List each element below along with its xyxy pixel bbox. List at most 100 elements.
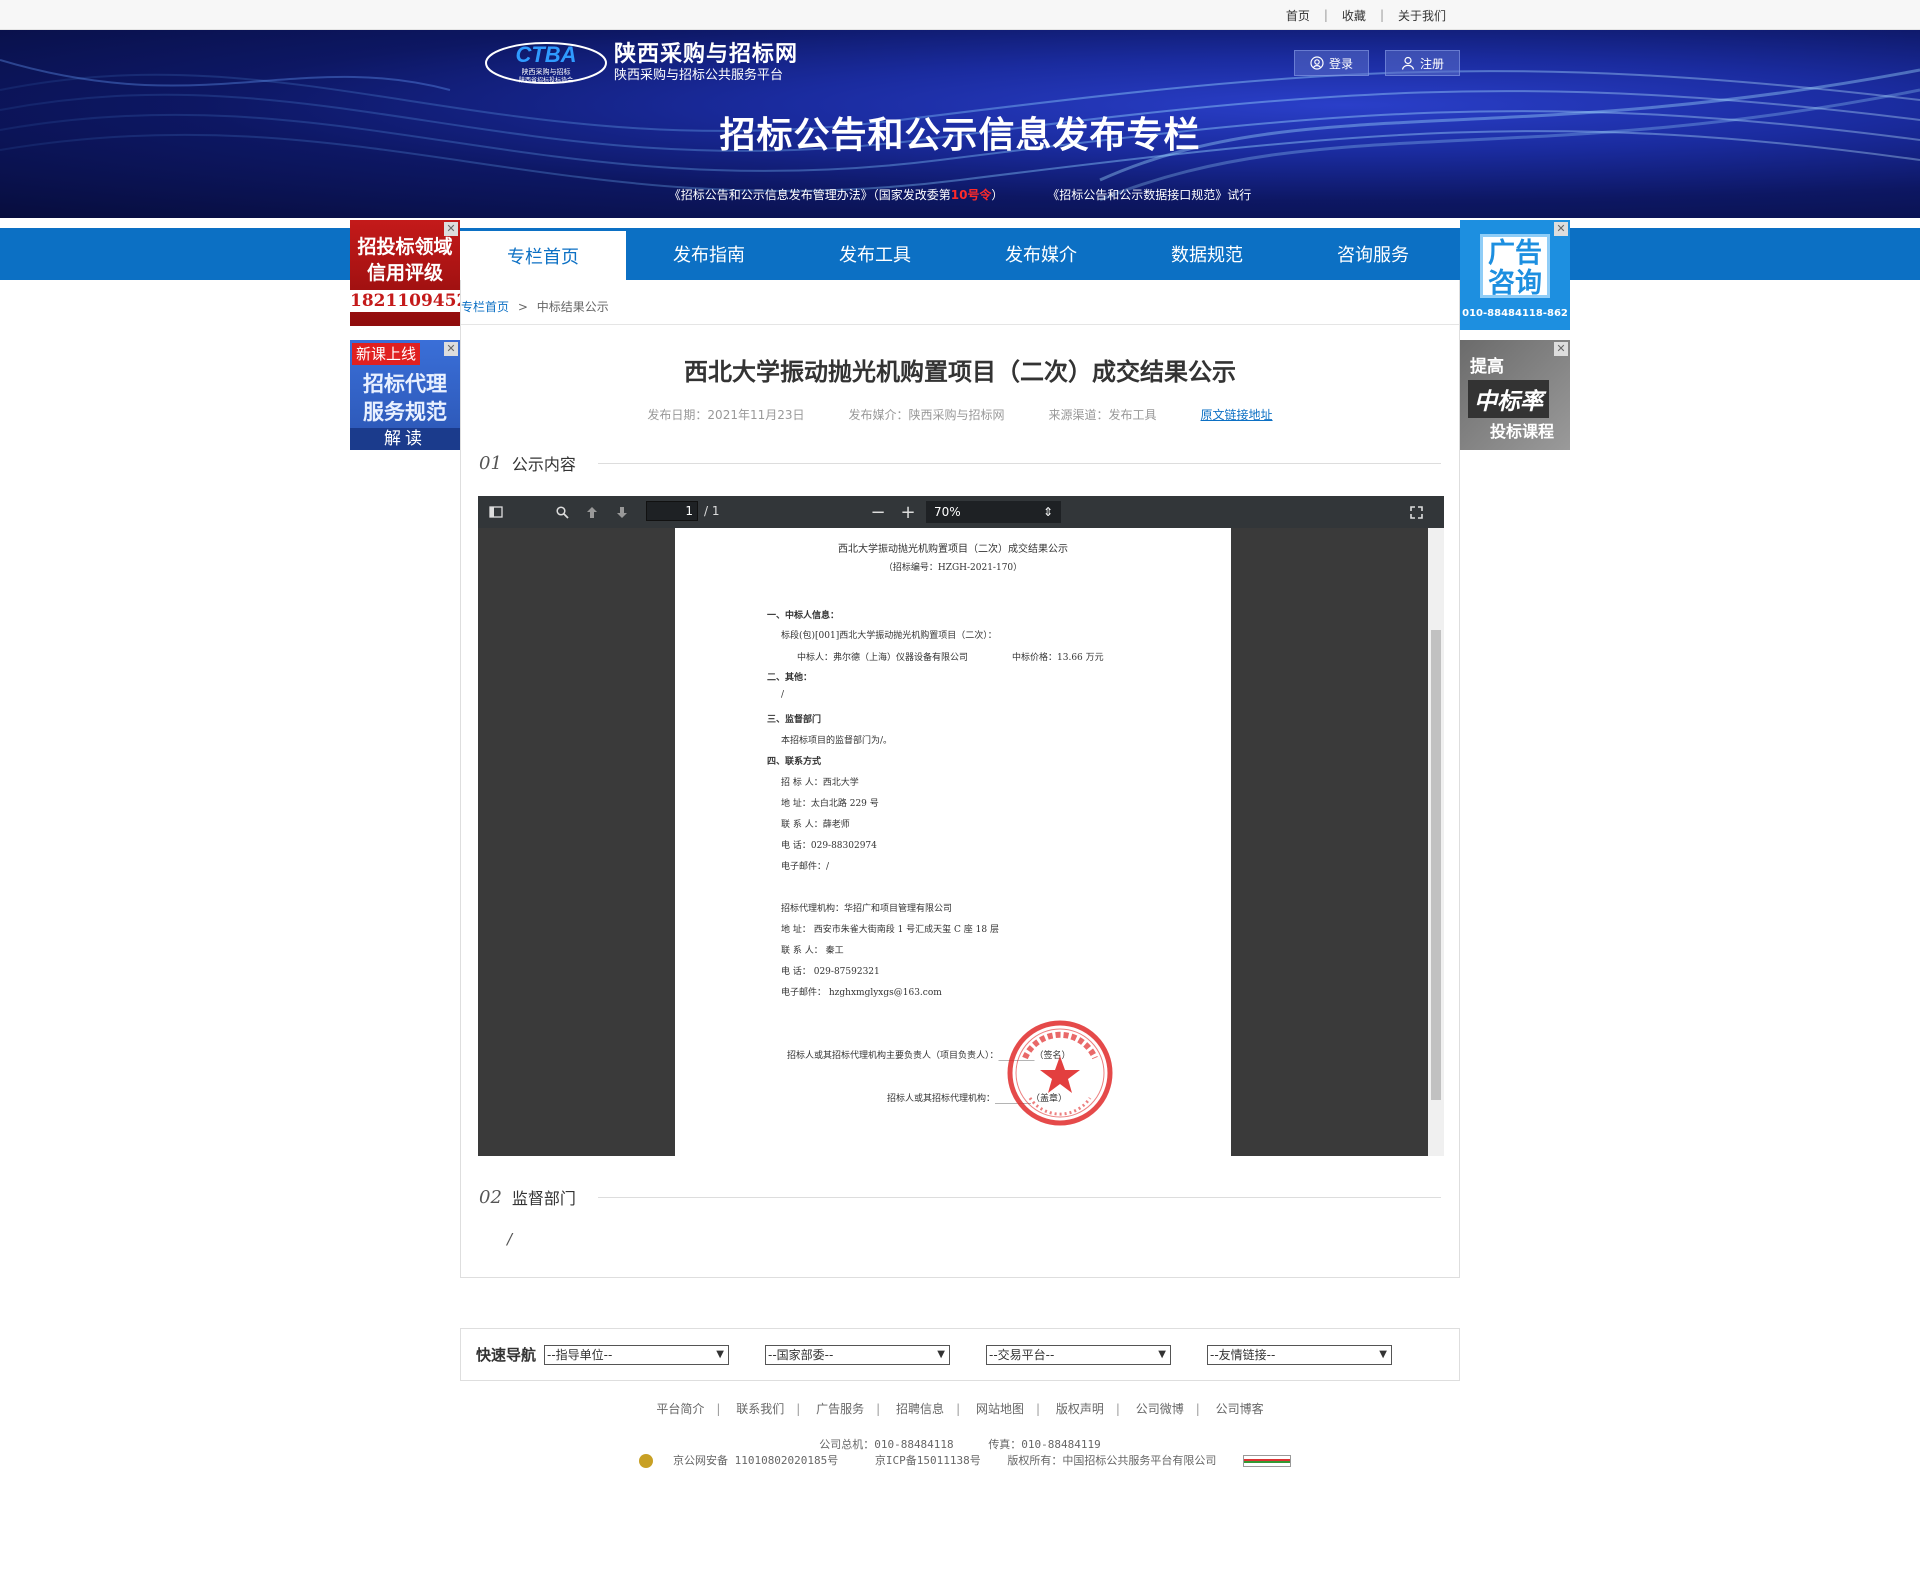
- footer-link-ads[interactable]: 广告服务: [804, 1402, 876, 1416]
- footer-icp[interactable]: 京ICP备15011138号: [875, 1454, 981, 1467]
- ad-bid-course[interactable]: ✕ 提高 中标率 投标课程: [1460, 340, 1570, 450]
- doc-line: 地 址： 西安市朱雀大街南段 1 号汇成天玺 C 座 18 层: [781, 925, 999, 935]
- police-badge-icon: [638, 1454, 653, 1468]
- previous-page-icon[interactable]: [584, 504, 600, 520]
- divider: [597, 462, 1441, 464]
- footer-link-sitemap[interactable]: 网站地图: [964, 1402, 1036, 1416]
- close-icon[interactable]: ✕: [1554, 342, 1568, 356]
- pdf-toolbar: 1 / 1 − + 70% ⇕: [478, 496, 1444, 528]
- footer-police[interactable]: 京公网安备 11010802020185号: [629, 1454, 848, 1468]
- top-link-about[interactable]: 关于我们: [1384, 7, 1460, 24]
- footer-link-contact[interactable]: 联系我们: [724, 1402, 796, 1416]
- footer-links: 平台简介 | 联系我们 | 广告服务 | 招聘信息 | 网站地图 | 版权声明 | 公司微博…: [0, 1400, 1920, 1417]
- nav-item-consulting[interactable]: 咨询服务: [1290, 228, 1456, 280]
- footer-link-weibo[interactable]: 公司微博: [1124, 1402, 1196, 1416]
- close-icon[interactable]: ✕: [444, 342, 458, 356]
- doc-line: 中标人：弗尔德（上海）仪器设备有限公司: [797, 653, 969, 663]
- footer-legal: 京公网安备 11010802020185号 京ICP备15011138号 版权所…: [0, 1452, 1920, 1468]
- login-button[interactable]: 登录: [1294, 50, 1369, 76]
- doc-line: 地 址：太白北路 229 号: [781, 799, 879, 809]
- ad-text: 招标代理 服务规范: [363, 372, 447, 424]
- nav-item-guide[interactable]: 发布指南: [626, 228, 792, 280]
- nav-item-tools[interactable]: 发布工具: [792, 228, 958, 280]
- ad-text: 提高: [1470, 357, 1504, 377]
- notice-data-spec-link[interactable]: 《招标公告和公示数据接口规范》试行: [1047, 188, 1251, 202]
- doc-line: 电子邮件： hzghxmglyxgs@163.com: [781, 988, 942, 998]
- zoom-in-icon[interactable]: +: [900, 502, 916, 523]
- select-ministries[interactable]: --国家部委-- ▼: [765, 1344, 950, 1365]
- next-page-icon[interactable]: [614, 504, 630, 520]
- footer-link-copyright[interactable]: 版权声明: [1044, 1402, 1116, 1416]
- top-bar: 首页 | 收藏 | 关于我们: [0, 0, 1920, 30]
- footer-link-about[interactable]: 平台简介: [644, 1402, 716, 1416]
- doc-line: 联 系 人：薛老师: [781, 820, 850, 830]
- doc-heading: 一、中标人信息：: [767, 611, 840, 621]
- footer-link-blog[interactable]: 公司博客: [1204, 1402, 1276, 1416]
- register-button[interactable]: 注册: [1385, 50, 1460, 76]
- ad-agency-standard[interactable]: ✕ 新课上线 招标代理 服务规范 解读: [350, 340, 460, 450]
- ad-text: 招投标领域: [357, 236, 453, 258]
- certification-badge-icon[interactable]: [1243, 1455, 1292, 1467]
- section-number: 02: [479, 1186, 502, 1208]
- doc-line: 电 话：029-88302974: [781, 841, 877, 851]
- source-channel: 来源渠道：发布工具: [1048, 408, 1157, 422]
- top-links: 首页 | 收藏 | 关于我们: [1272, 0, 1460, 30]
- scrollbar-thumb[interactable]: [1431, 630, 1441, 1100]
- section-number: 01: [479, 452, 502, 474]
- zoom-out-icon[interactable]: −: [870, 502, 886, 523]
- close-icon[interactable]: ✕: [1554, 222, 1568, 236]
- source-link[interactable]: 原文链接地址: [1201, 406, 1273, 423]
- nav-item-column-home[interactable]: 专栏首页: [460, 228, 626, 280]
- doc-heading: 三、监督部门: [767, 715, 822, 725]
- nav-item-data-spec[interactable]: 数据规范: [1124, 228, 1290, 280]
- page-number-input[interactable]: 1: [646, 501, 698, 521]
- ad-text: 投标课程: [1490, 422, 1555, 441]
- close-icon[interactable]: ✕: [444, 222, 458, 236]
- nav-item-media[interactable]: 发布媒介: [958, 228, 1124, 280]
- notice-regulation-link[interactable]: 《招标公告和公示信息发布管理办法》（国家发改委第10号令）: [669, 188, 1004, 202]
- banner-notices: 《招标公告和公示信息发布管理办法》（国家发改委第10号令） 《招标公告和公示数据…: [0, 186, 1920, 203]
- updown-arrow-icon: ⇕: [1042, 505, 1053, 519]
- ctba-logo-icon: CTBA 陕西采购与招标 陕西省招标投标协会: [485, 42, 607, 84]
- user-icon: [1401, 56, 1415, 70]
- top-link-home[interactable]: 首页: [1272, 7, 1324, 24]
- content-card: 专栏首页 > 中标结果公示 西北大学振动抛光机购置项目（二次）成交结果公示 发布…: [460, 280, 1460, 1278]
- site-subtitle: 陕西采购与招标公共服务平台: [614, 68, 784, 83]
- fullscreen-icon[interactable]: [1408, 504, 1424, 520]
- ad-consult[interactable]: ✕ 广告 咨询 010-88484118-862: [1460, 220, 1570, 330]
- ad-credit-rating[interactable]: ✕ 招投标领域 信用评级 18211094526: [350, 220, 460, 326]
- article-meta: 发布日期：2021年11月23日 发布媒介：陕西采购与招标网 来源渠道：发布工具…: [461, 406, 1459, 423]
- doc-line: 本招标项目的监督部门为/。: [781, 736, 893, 746]
- ad-text: 中标率: [1468, 380, 1549, 418]
- footer-fax: 传真：010-88484119: [988, 1438, 1101, 1451]
- page-count: / 1: [704, 504, 720, 518]
- footer-link-jobs[interactable]: 招聘信息: [884, 1402, 956, 1416]
- site-title: 陕西采购与招标网: [614, 42, 799, 67]
- select-trading-platform[interactable]: --交易平台-- ▼: [986, 1344, 1171, 1365]
- banner-title: 招标公告和公示信息发布专栏: [719, 115, 1201, 156]
- top-link-favorite[interactable]: 收藏: [1328, 7, 1380, 24]
- search-icon[interactable]: [554, 504, 570, 520]
- sidebar-toggle-icon[interactable]: [488, 504, 504, 520]
- svg-text:CTBA: CTBA: [515, 42, 576, 67]
- register-label: 注册: [1419, 56, 1444, 71]
- chevron-down-icon: ▼: [1158, 1348, 1166, 1360]
- ad-footer: 解读: [350, 428, 460, 450]
- quick-nav: 快速导航 --指导单位-- ▼ --国家部委-- ▼ --交易平台-- ▼ --友情链…: [460, 1328, 1460, 1381]
- zoom-select[interactable]: 70% ⇕: [926, 501, 1061, 523]
- scrollbar[interactable]: [1428, 528, 1444, 1156]
- divider: [597, 1196, 1441, 1198]
- select-guiding-unit[interactable]: --指导单位-- ▼: [544, 1344, 729, 1365]
- breadcrumb-home[interactable]: 专栏首页: [461, 300, 509, 314]
- doc-title: 西北大学振动抛光机购置项目（二次）成交结果公示: [838, 544, 1068, 555]
- supervision-text: /: [507, 1230, 513, 1248]
- doc-heading: 二、其他：: [767, 673, 813, 683]
- select-friendly-links[interactable]: --友情链接-- ▼: [1207, 1344, 1392, 1365]
- publish-media: 发布媒介：陕西采购与招标网: [848, 408, 1005, 422]
- publish-date: 发布日期：2021年11月23日: [647, 408, 805, 422]
- pdf-viewer[interactable]: 1 / 1 − + 70% ⇕ 西北大学振动抛光机购置项目（二次）成交结果公示 （…: [478, 496, 1444, 1156]
- divider: [461, 324, 1459, 325]
- site-logo[interactable]: CTBA 陕西采购与招标 陕西省招标投标协会 陕西采购与招标网 陕西采购与招标公…: [484, 40, 798, 86]
- doc-line: 中标价格：13.66 万元: [1012, 653, 1104, 663]
- chevron-down-icon: ▼: [1379, 1348, 1387, 1360]
